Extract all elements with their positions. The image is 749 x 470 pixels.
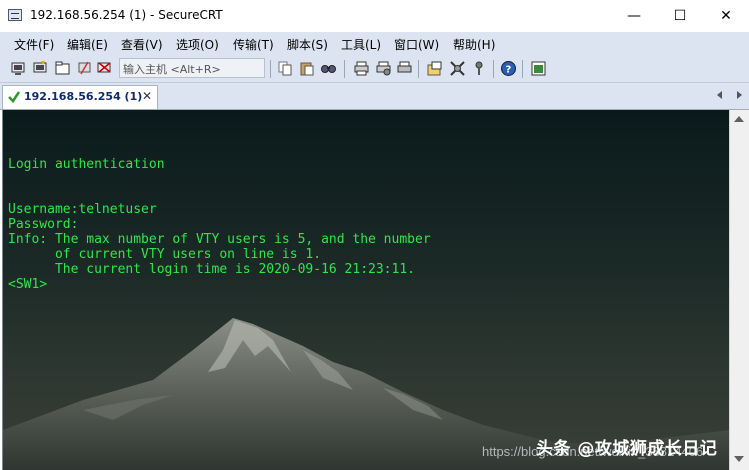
print-icon[interactable]: [353, 60, 370, 77]
tab-scroll-right-icon[interactable]: [733, 88, 745, 102]
terminal-line: Password:: [8, 217, 79, 232]
menu-transfer[interactable]: 传输(T): [233, 36, 274, 53]
terminal-scrollbar[interactable]: [729, 110, 749, 470]
toolbar: 输入主机 <Alt+R> ?: [0, 56, 749, 83]
menu-options[interactable]: 选项(O): [176, 36, 219, 53]
window-title: 192.168.56.254 (1) - SecureCRT: [30, 8, 223, 22]
toolbar-separator: [270, 60, 271, 78]
toolbar-separator: [344, 60, 345, 78]
terminal-area[interactable]: Login authentication Username:telnetuser P…: [2, 110, 730, 470]
connect-in-tab-icon[interactable]: [54, 60, 71, 77]
session-options-icon[interactable]: [426, 60, 443, 77]
tab-close-icon[interactable]: ✕: [142, 89, 152, 103]
tab-label: 192.168.56.254 (1): [24, 90, 143, 103]
tab-session[interactable]: 192.168.56.254 (1) ✕: [2, 85, 158, 109]
toolbar-separator: [522, 60, 523, 78]
connect-icon[interactable]: [10, 60, 27, 77]
script-icon[interactable]: [530, 60, 547, 77]
terminal-line: Login authentication: [8, 157, 165, 172]
menu-script[interactable]: 脚本(S): [287, 36, 328, 53]
menu-view[interactable]: 查看(V): [121, 36, 163, 53]
menu-file[interactable]: 文件(F): [14, 36, 54, 53]
print-setup-icon[interactable]: [375, 60, 392, 77]
terminal-output: Login authentication Username:telnetuser P…: [8, 142, 431, 292]
reconnect-icon[interactable]: [76, 60, 93, 77]
check-icon: [8, 91, 21, 103]
host-input[interactable]: 输入主机 <Alt+R>: [119, 58, 265, 78]
menu-bar: 文件(F) 编辑(E) 查看(V) 选项(O) 传输(T) 脚本(S) 工具(L…: [0, 32, 749, 56]
scroll-up-icon[interactable]: [734, 116, 744, 122]
tab-scroll-left-icon[interactable]: [714, 88, 726, 102]
menu-window[interactable]: 窗口(W): [394, 36, 439, 53]
toolbar-separator: [418, 60, 419, 78]
session-tab-bar: 192.168.56.254 (1) ✕: [0, 83, 749, 110]
terminal-line: Username:telnetuser: [8, 202, 157, 217]
find-icon[interactable]: [320, 60, 337, 77]
paste-icon[interactable]: [299, 60, 316, 77]
svg-text:?: ?: [506, 65, 512, 76]
close-button[interactable]: ✕: [703, 0, 749, 32]
menu-tools[interactable]: 工具(L): [341, 36, 381, 53]
maximize-button[interactable]: ☐: [657, 0, 703, 32]
key-icon[interactable]: [471, 60, 488, 77]
menu-edit[interactable]: 编辑(E): [67, 36, 108, 53]
scroll-down-icon[interactable]: [734, 456, 744, 462]
watermark-logo: 头条 @攻城狮成长日记: [536, 439, 718, 459]
quick-connect-icon[interactable]: [32, 60, 49, 77]
global-options-icon[interactable]: [449, 60, 466, 77]
terminal-line: of current VTY users on line is 1.: [8, 247, 322, 262]
disconnect-icon[interactable]: [96, 60, 113, 77]
title-bar[interactable]: 192.168.56.254 (1) - SecureCRT — ☐ ✕: [0, 0, 749, 32]
toolbar-separator: [493, 60, 494, 78]
menu-help[interactable]: 帮助(H): [453, 36, 495, 53]
minimize-button[interactable]: —: [611, 0, 657, 32]
securecrt-app-icon: [8, 9, 22, 21]
help-icon[interactable]: ?: [500, 60, 517, 77]
terminal-line: Info: The max number of VTY users is 5, …: [8, 232, 431, 247]
copy-icon[interactable]: [277, 60, 294, 77]
print-selection-icon[interactable]: [396, 60, 413, 77]
terminal-line: <SW1>: [8, 277, 48, 292]
terminal-line: The current login time is 2020-09-16 21:…: [8, 262, 415, 277]
